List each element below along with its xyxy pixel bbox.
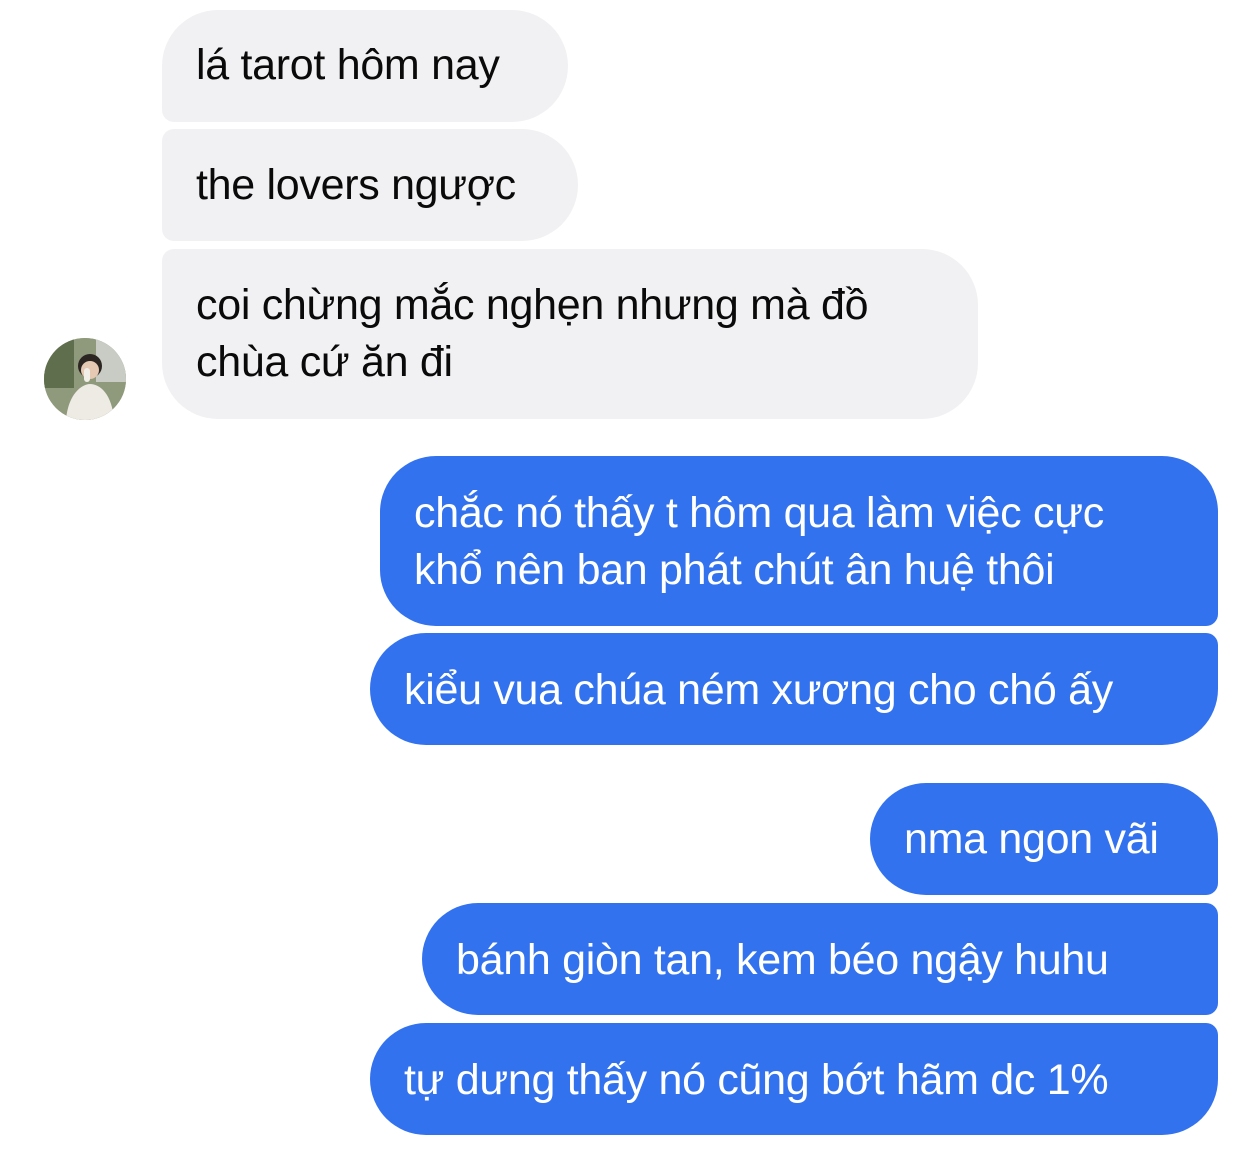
received-message-bubble[interactable]: lá tarot hôm nay <box>162 10 568 122</box>
message-text: bánh giòn tan, kem béo ngậy huhu <box>456 936 1109 984</box>
sent-message-bubble[interactable]: tự dưng thấy nó cũng bớt hãm dc 1% <box>370 1023 1218 1135</box>
avatar-photo <box>44 338 126 420</box>
received-message-bubble[interactable]: coi chừng mắc nghẹn nhưng mà đồ chùa cứ … <box>162 249 978 419</box>
message-text: lá tarot hôm nay <box>196 41 500 89</box>
message-text: chùa cứ ăn đi <box>196 338 453 386</box>
message-text: coi chừng mắc nghẹn nhưng mà đồ <box>196 281 869 329</box>
contact-avatar[interactable] <box>44 338 126 420</box>
message-text: kiểu vua chúa ném xương cho chó ấy <box>404 666 1113 714</box>
message-text: nma ngon vãi <box>904 815 1159 863</box>
sent-message-bubble[interactable]: chắc nó thấy t hôm qua làm việc cực khổ … <box>380 456 1218 626</box>
received-message-bubble[interactable]: the lovers ngược <box>162 129 578 241</box>
message-text: chắc nó thấy t hôm qua làm việc cực <box>414 489 1104 537</box>
sent-message-bubble[interactable]: nma ngon vãi <box>870 783 1218 895</box>
message-text: tự dưng thấy nó cũng bớt hãm dc 1% <box>404 1056 1109 1104</box>
message-text: khổ nên ban phát chút ân huệ thôi <box>414 546 1055 594</box>
sent-message-bubble[interactable]: bánh giòn tan, kem béo ngậy huhu <box>422 903 1218 1015</box>
sent-message-bubble[interactable]: kiểu vua chúa ném xương cho chó ấy <box>370 633 1218 745</box>
message-text: the lovers ngược <box>196 161 516 209</box>
